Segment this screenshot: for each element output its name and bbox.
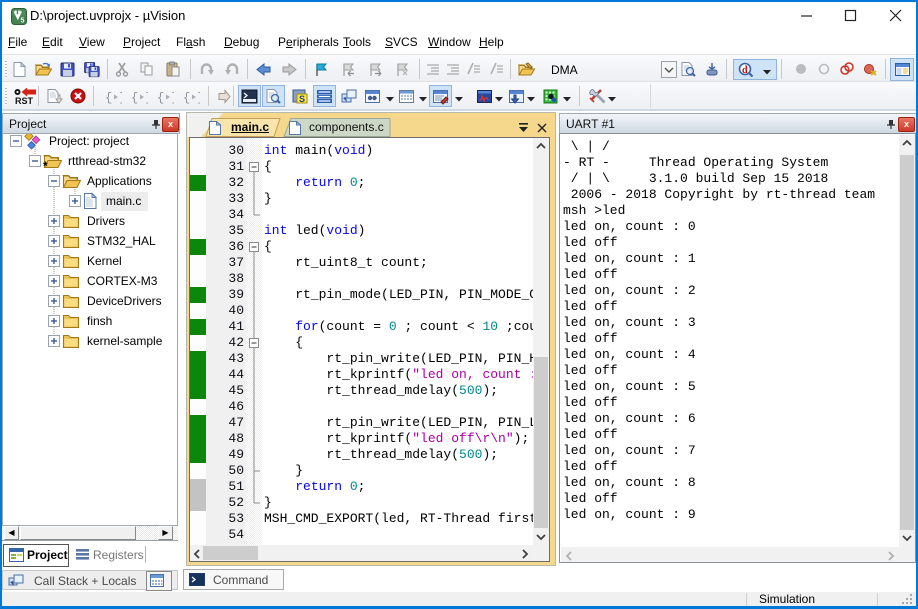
svg-text:{ }: { } xyxy=(183,91,200,105)
svg-text:Applications: Applications xyxy=(87,174,152,188)
svg-text:Kernel: Kernel xyxy=(87,254,122,268)
svg-text:*: * xyxy=(43,159,48,173)
svg-text:Project: project: Project: project xyxy=(49,134,130,148)
svg-text:RST: RST xyxy=(15,96,34,105)
svg-text:CORTEX-M3: CORTEX-M3 xyxy=(87,274,158,288)
svg-text:d: d xyxy=(742,65,748,76)
svg-text:main.c: main.c xyxy=(106,194,141,208)
svg-text:rtthread-stm32: rtthread-stm32 xyxy=(68,154,146,168)
svg-text:{ }: { } xyxy=(105,91,122,105)
svg-text:Drivers: Drivers xyxy=(87,214,125,228)
svg-text:{ }: { } xyxy=(131,91,148,105)
svg-text:S: S xyxy=(299,94,305,104)
svg-text:{ }: { } xyxy=(157,91,174,105)
svg-text:kernel-sample: kernel-sample xyxy=(87,334,163,348)
svg-text:5: 5 xyxy=(21,18,25,25)
svg-text:finsh: finsh xyxy=(87,314,112,328)
svg-text:STM32_HAL: STM32_HAL xyxy=(87,234,156,248)
svg-text:DeviceDrivers: DeviceDrivers xyxy=(87,294,162,308)
